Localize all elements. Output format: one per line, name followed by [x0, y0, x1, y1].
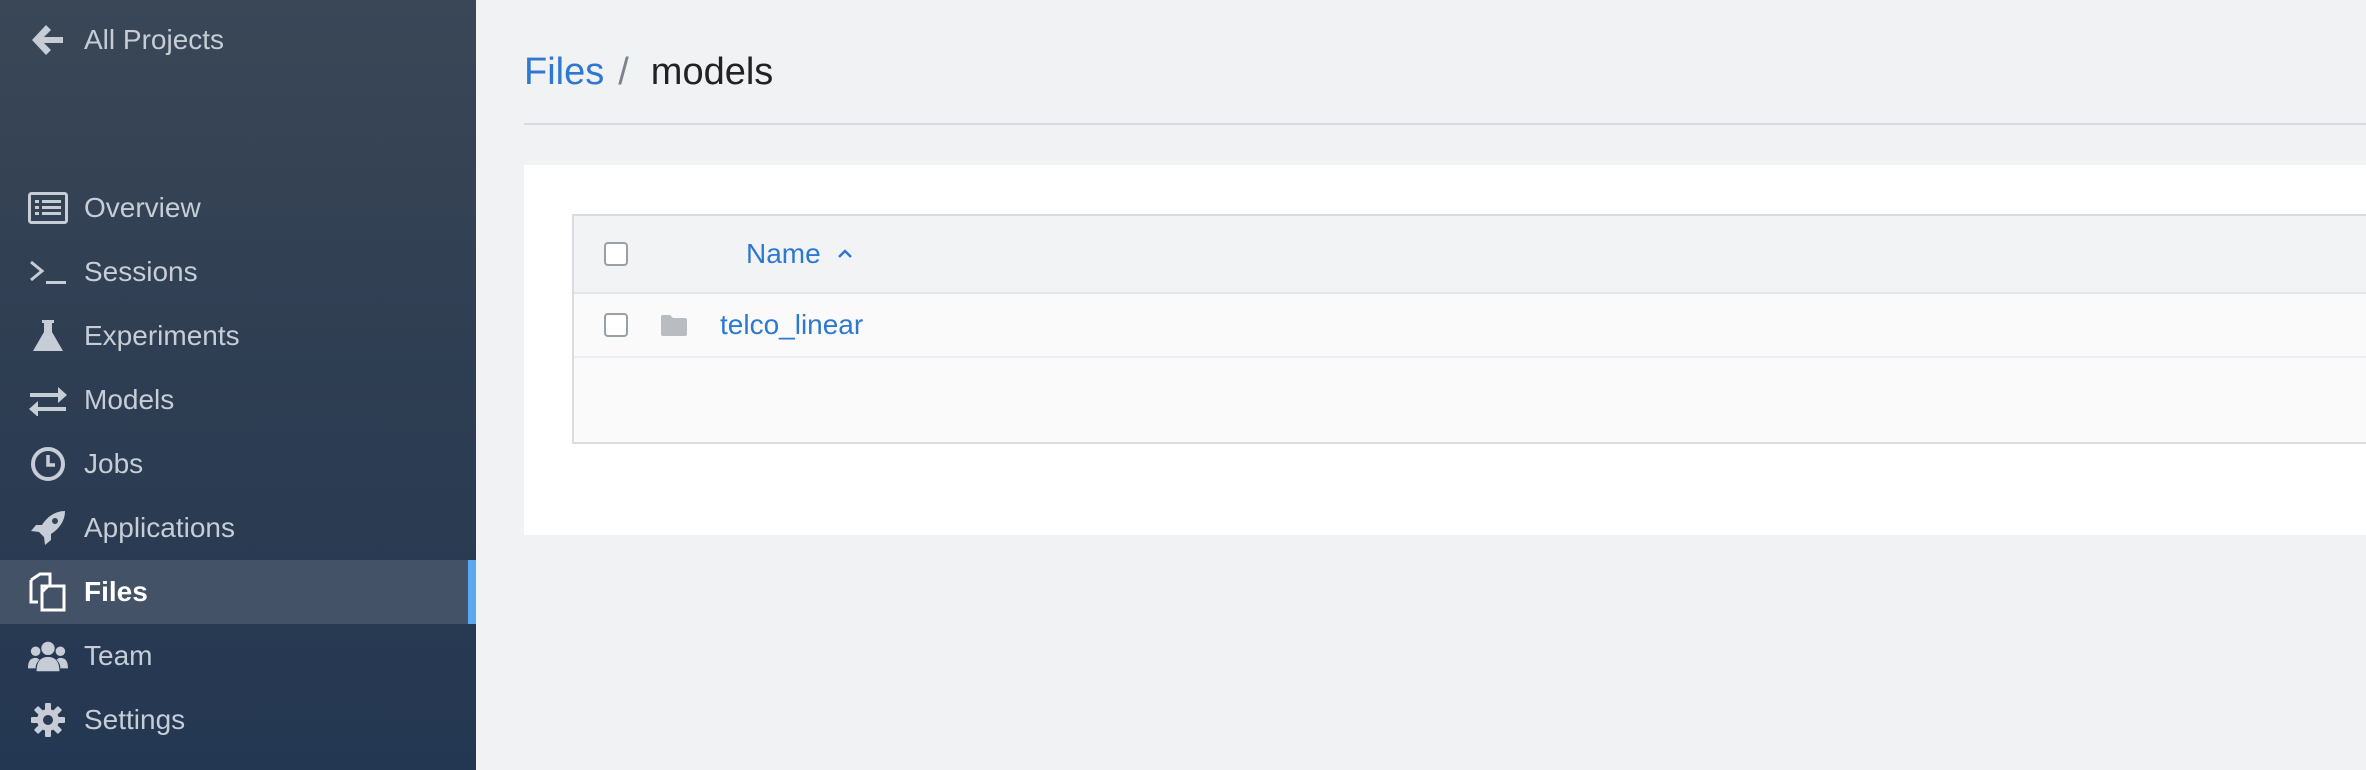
file-name-link[interactable]: telco_linear: [720, 309, 863, 341]
sidebar-item-label: Settings: [84, 704, 186, 735]
breadcrumb-current: models: [650, 50, 774, 93]
header-divider: [524, 123, 2366, 125]
sidebar-item-label: Sessions: [84, 256, 198, 287]
table-header: Name: [574, 216, 2366, 294]
files-table: Name telco_linear: [572, 214, 2366, 444]
table-row[interactable]: telco_linear: [574, 294, 2366, 358]
sidebar-item-label: Jobs: [84, 448, 144, 479]
files-icon: [28, 572, 68, 612]
sidebar-item-overview[interactable]: Overview: [0, 176, 476, 240]
sidebar: All Projects Overview Sessions Experimen…: [0, 0, 476, 770]
sidebar-item-label: Files: [84, 576, 148, 607]
rocket-icon: [28, 508, 68, 548]
sidebar-item-team[interactable]: Team: [0, 624, 476, 688]
sidebar-nav: Overview Sessions Experiments Models Job…: [0, 176, 476, 752]
users-icon: [28, 636, 68, 676]
sidebar-item-sessions[interactable]: Sessions: [0, 240, 476, 304]
main-content: Files / models Name telco_linear: [476, 0, 2366, 770]
row-checkbox[interactable]: [604, 313, 628, 337]
list-icon: [28, 188, 68, 228]
sidebar-item-experiments[interactable]: Experiments: [0, 304, 476, 368]
all-projects-link[interactable]: All Projects: [28, 18, 224, 62]
clock-icon: [28, 444, 68, 484]
sidebar-item-label: Applications: [84, 512, 235, 543]
sidebar-item-jobs[interactable]: Jobs: [0, 432, 476, 496]
folder-icon: [660, 313, 688, 337]
sidebar-item-label: Team: [84, 640, 153, 671]
exchange-icon: [28, 380, 68, 420]
breadcrumb-files-link[interactable]: Files: [524, 51, 604, 94]
sidebar-item-label: Models: [84, 384, 175, 415]
sidebar-item-applications[interactable]: Applications: [0, 496, 476, 560]
gear-icon: [28, 700, 68, 740]
sidebar-item-files[interactable]: Files: [0, 560, 476, 624]
files-panel: Name telco_linear: [524, 165, 2366, 535]
all-projects-label: All Projects: [84, 24, 225, 55]
sidebar-item-label: Overview: [84, 192, 201, 223]
sidebar-item-label: Experiments: [84, 320, 240, 351]
select-all-checkbox[interactable]: [604, 242, 628, 266]
name-column-header[interactable]: Name: [746, 238, 853, 270]
breadcrumb-separator: /: [618, 50, 629, 93]
arrow-left-icon: [28, 21, 66, 59]
flask-icon: [28, 316, 68, 356]
name-column-label: Name: [746, 238, 821, 269]
terminal-icon: [28, 252, 68, 292]
sort-ascending-icon: [837, 249, 853, 259]
breadcrumb: Files / models: [524, 44, 773, 100]
sidebar-item-models[interactable]: Models: [0, 368, 476, 432]
sidebar-item-settings[interactable]: Settings: [0, 688, 476, 752]
